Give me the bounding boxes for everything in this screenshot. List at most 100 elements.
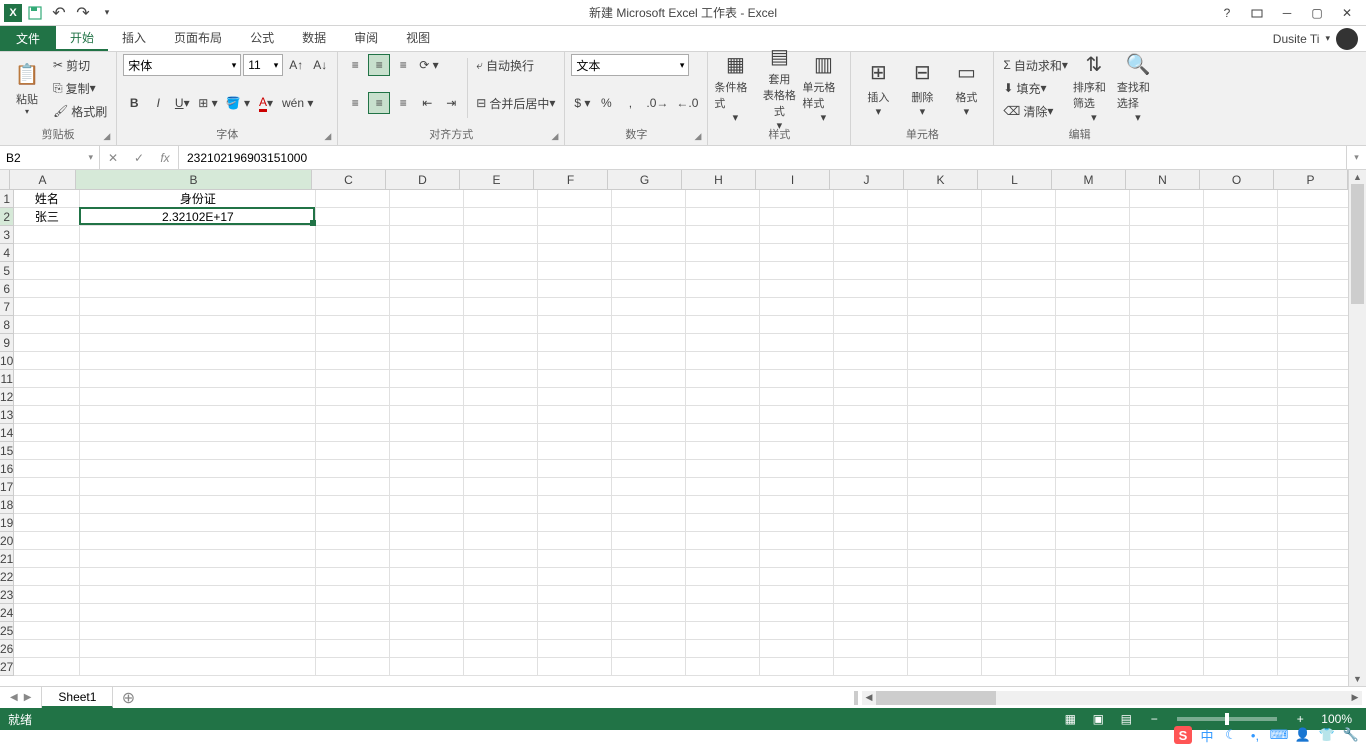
cell-H3[interactable] <box>686 226 760 244</box>
cell-I24[interactable] <box>760 604 834 622</box>
align-middle-button[interactable]: ≡ <box>368 54 390 76</box>
cell-F9[interactable] <box>538 334 612 352</box>
cell-F22[interactable] <box>538 568 612 586</box>
cell-I13[interactable] <box>760 406 834 424</box>
cell-A5[interactable] <box>14 262 80 280</box>
cell-P1[interactable] <box>1278 190 1348 208</box>
cell-C18[interactable] <box>316 496 390 514</box>
qat-undo-button[interactable]: ↶ <box>48 2 70 24</box>
increase-font-button[interactable]: A↑ <box>285 54 307 76</box>
cell-N23[interactable] <box>1130 586 1204 604</box>
row-header-20[interactable]: 20 <box>0 532 13 550</box>
cell-J5[interactable] <box>834 262 908 280</box>
cell-P5[interactable] <box>1278 262 1348 280</box>
table-format-button[interactable]: ▤套用 表格格式▾ <box>758 54 800 122</box>
cell-N13[interactable] <box>1130 406 1204 424</box>
cell-G8[interactable] <box>612 316 686 334</box>
col-header-E[interactable]: E <box>460 170 534 189</box>
cell-B23[interactable] <box>80 586 316 604</box>
cell-K25[interactable] <box>908 622 982 640</box>
cell-D9[interactable] <box>390 334 464 352</box>
page-layout-view-button[interactable]: ▣ <box>1085 710 1111 728</box>
qat-redo-button[interactable]: ↷ <box>72 2 94 24</box>
cell-P27[interactable] <box>1278 658 1348 676</box>
cell-G2[interactable] <box>612 208 686 226</box>
ime-lang-icon[interactable]: 中 <box>1198 726 1216 744</box>
cell-F14[interactable] <box>538 424 612 442</box>
cell-N9[interactable] <box>1130 334 1204 352</box>
cell-M25[interactable] <box>1056 622 1130 640</box>
keyboard-icon[interactable]: ⌨ <box>1270 726 1288 744</box>
cell-J4[interactable] <box>834 244 908 262</box>
cell-P10[interactable] <box>1278 352 1348 370</box>
cell-M1[interactable] <box>1056 190 1130 208</box>
tab-review[interactable]: 审阅 <box>340 26 392 51</box>
row-header-18[interactable]: 18 <box>0 496 13 514</box>
cell-J12[interactable] <box>834 388 908 406</box>
cell-D3[interactable] <box>390 226 464 244</box>
cell-J6[interactable] <box>834 280 908 298</box>
cell-J15[interactable] <box>834 442 908 460</box>
cell-I5[interactable] <box>760 262 834 280</box>
align-top-button[interactable]: ≡ <box>344 54 366 76</box>
cell-F4[interactable] <box>538 244 612 262</box>
minimize-button[interactable]: ─ <box>1274 3 1300 23</box>
cell-L26[interactable] <box>982 640 1056 658</box>
cell-L11[interactable] <box>982 370 1056 388</box>
row-header-2[interactable]: 2 <box>0 208 13 226</box>
number-format-combo[interactable]: 文本▾ <box>571 54 689 76</box>
col-header-N[interactable]: N <box>1126 170 1200 189</box>
cell-E10[interactable] <box>464 352 538 370</box>
cell-J23[interactable] <box>834 586 908 604</box>
cell-O17[interactable] <box>1204 478 1278 496</box>
cell-F3[interactable] <box>538 226 612 244</box>
currency-button[interactable]: $ ▾ <box>571 92 593 114</box>
cell-D12[interactable] <box>390 388 464 406</box>
cell-A3[interactable] <box>14 226 80 244</box>
split-handle[interactable] <box>854 691 858 705</box>
cell-H26[interactable] <box>686 640 760 658</box>
cell-H24[interactable] <box>686 604 760 622</box>
cell-A21[interactable] <box>14 550 80 568</box>
cell-L7[interactable] <box>982 298 1056 316</box>
cell-D27[interactable] <box>390 658 464 676</box>
cell-M3[interactable] <box>1056 226 1130 244</box>
cell-O16[interactable] <box>1204 460 1278 478</box>
number-launcher[interactable]: ◢ <box>695 131 702 142</box>
cell-A17[interactable] <box>14 478 80 496</box>
cell-K14[interactable] <box>908 424 982 442</box>
cell-M10[interactable] <box>1056 352 1130 370</box>
cell-I15[interactable] <box>760 442 834 460</box>
cell-O14[interactable] <box>1204 424 1278 442</box>
cell-J2[interactable] <box>834 208 908 226</box>
cell-M7[interactable] <box>1056 298 1130 316</box>
cell-B24[interactable] <box>80 604 316 622</box>
cell-K16[interactable] <box>908 460 982 478</box>
cell-B20[interactable] <box>80 532 316 550</box>
cell-D6[interactable] <box>390 280 464 298</box>
cell-C16[interactable] <box>316 460 390 478</box>
format-painter-button[interactable]: 🖌 格式刷 <box>50 100 110 122</box>
cell-K19[interactable] <box>908 514 982 532</box>
cell-J8[interactable] <box>834 316 908 334</box>
col-header-O[interactable]: O <box>1200 170 1274 189</box>
row-header-17[interactable]: 17 <box>0 478 13 496</box>
cell-K7[interactable] <box>908 298 982 316</box>
cell-C26[interactable] <box>316 640 390 658</box>
sheet-tab[interactable]: Sheet1 <box>42 687 113 708</box>
cell-B8[interactable] <box>80 316 316 334</box>
cell-F24[interactable] <box>538 604 612 622</box>
cell-K21[interactable] <box>908 550 982 568</box>
cell-O8[interactable] <box>1204 316 1278 334</box>
cell-K24[interactable] <box>908 604 982 622</box>
cell-M6[interactable] <box>1056 280 1130 298</box>
col-header-L[interactable]: L <box>978 170 1052 189</box>
cell-J16[interactable] <box>834 460 908 478</box>
cell-I27[interactable] <box>760 658 834 676</box>
cell-G22[interactable] <box>612 568 686 586</box>
cell-C15[interactable] <box>316 442 390 460</box>
cell-C4[interactable] <box>316 244 390 262</box>
cell-G17[interactable] <box>612 478 686 496</box>
cell-H4[interactable] <box>686 244 760 262</box>
cell-I7[interactable] <box>760 298 834 316</box>
